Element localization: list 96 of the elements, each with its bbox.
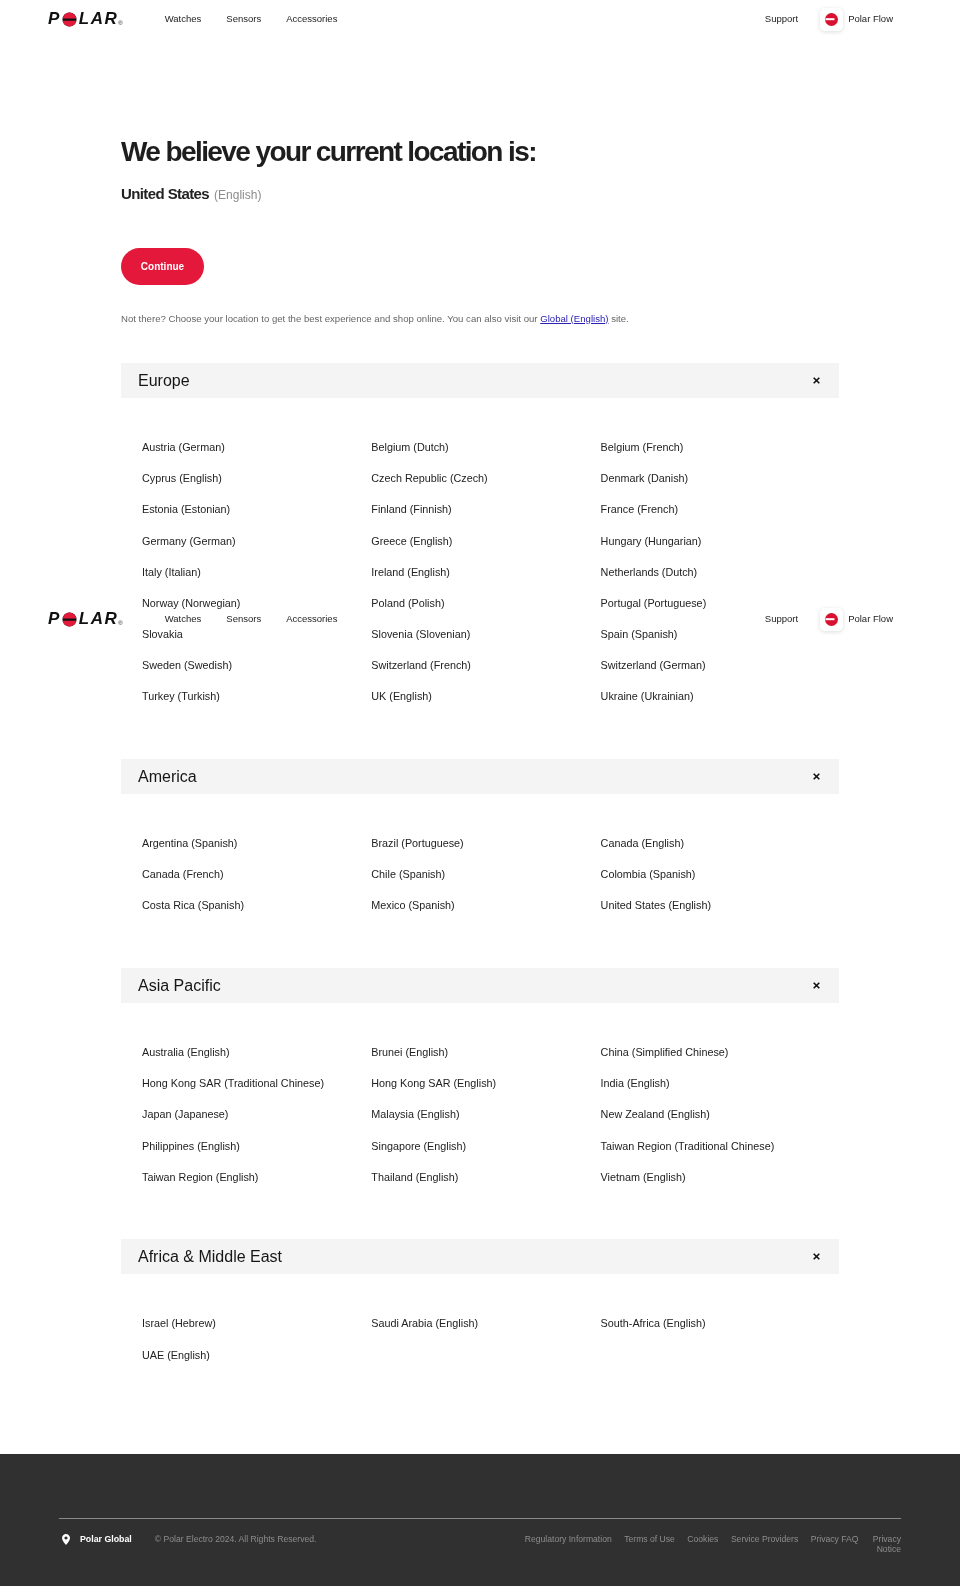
country-link[interactable]: Colombia (Spanish)	[600, 867, 696, 882]
country-link[interactable]: India (English)	[600, 1076, 670, 1091]
app-link[interactable]: Polar Flow	[820, 7, 893, 31]
country-link[interactable]: Portugal (Portuguese)	[600, 595, 707, 610]
country-link[interactable]: Belgium (French)	[600, 440, 684, 454]
nav-link[interactable]: Sensors	[226, 613, 262, 625]
country-link[interactable]: Slovenia (Slovenian)	[371, 627, 471, 642]
country-link[interactable]: Japan (Japanese)	[142, 1107, 229, 1122]
country-link[interactable]: Mexico (Spanish)	[371, 898, 455, 913]
country-link[interactable]: Argentina (Spanish)	[142, 836, 238, 851]
continue-button[interactable]: Continue	[121, 248, 204, 285]
country-link[interactable]: Hong Kong SAR (Traditional Chinese)	[142, 1076, 325, 1091]
nav-link[interactable]: Watches	[164, 613, 202, 625]
country-link[interactable]: Ireland (English)	[371, 564, 450, 579]
location-note: Not there? Choose your location to get the best experience and shop online. You can also visit our Global (English) site.	[121, 311, 630, 326]
country-link[interactable]: New Zealand (English)	[600, 1107, 710, 1122]
region-title: Asia Pacific	[138, 975, 221, 996]
country-link[interactable]: Switzerland (German)	[600, 658, 706, 673]
country-link[interactable]: Spain (Spanish)	[600, 627, 678, 642]
accordion-header[interactable]: America	[121, 759, 839, 795]
country-link[interactable]: Slovakia	[142, 627, 183, 642]
close-icon[interactable]	[813, 773, 820, 781]
close-icon[interactable]	[813, 982, 820, 990]
country-link[interactable]: Philippines (English)	[142, 1138, 240, 1153]
footer-link[interactable]: Terms of Use	[624, 1534, 675, 1545]
country-link[interactable]: Netherlands (Dutch)	[600, 564, 698, 579]
country-link[interactable]: France (French)	[600, 502, 678, 517]
country-link[interactable]: Saudi Arabia (English)	[371, 1316, 479, 1331]
country-link[interactable]: UAE (English)	[142, 1347, 210, 1362]
region-title: Europe	[138, 370, 190, 391]
country-link[interactable]: Cyprus (English)	[142, 471, 222, 486]
country-link[interactable]: South-Africa (English)	[600, 1316, 706, 1331]
country-link[interactable]: Norway (Norwegian)	[142, 595, 241, 610]
country-link[interactable]: Malaysia (English)	[371, 1107, 460, 1122]
footer-link[interactable]: Service Providers	[730, 1534, 799, 1545]
country-link[interactable]: Costa Rica (Spanish)	[142, 898, 244, 913]
country-link[interactable]: Belgium (Dutch)	[371, 440, 449, 454]
country-link[interactable]: Turkey (Turkish)	[142, 689, 220, 704]
region-title: Africa & Middle East	[138, 1246, 283, 1267]
locale-link[interactable]: Polar Global	[80, 1534, 132, 1546]
region-title: America	[138, 766, 197, 787]
accordion-header[interactable]: Europe	[121, 363, 839, 398]
nav-link[interactable]: Sensors	[226, 13, 262, 25]
accordion-header[interactable]: Asia Pacific	[121, 968, 839, 1004]
country-link[interactable]: Greece (English)	[371, 533, 453, 548]
country-link[interactable]: Israel (Hebrew)	[142, 1316, 216, 1331]
detected-country: United States	[121, 184, 210, 204]
country-link[interactable]: Singapore (English)	[371, 1138, 467, 1153]
footer-link[interactable]: Regulatory Information	[524, 1534, 612, 1545]
location-pin-icon	[62, 1534, 70, 1546]
country-link[interactable]: Chile (Spanish)	[371, 867, 446, 882]
country-link[interactable]: Vietnam (English)	[600, 1169, 686, 1184]
country-link[interactable]: Switzerland (French)	[371, 658, 471, 673]
country-link[interactable]: Sweden (Swedish)	[142, 658, 233, 673]
country-link[interactable]: Brazil (Portuguese)	[371, 836, 464, 851]
country-link[interactable]: Denmark (Danish)	[600, 471, 689, 486]
global-link[interactable]: Global (English)	[540, 312, 609, 324]
country-link[interactable]: Italy (Italian)	[142, 564, 201, 579]
country-link[interactable]: Ukraine (Ukrainian)	[600, 689, 694, 704]
close-icon[interactable]	[813, 377, 820, 384]
country-link[interactable]: Taiwan Region (Traditional Chinese)	[600, 1138, 775, 1153]
nav-link[interactable]: Accessories	[286, 613, 338, 625]
footer-link[interactable]: Privacy Notice	[871, 1534, 901, 1555]
country-link[interactable]: Austria (German)	[142, 440, 225, 454]
footer-link[interactable]: Cookies	[687, 1534, 719, 1545]
country-link[interactable]: Canada (French)	[142, 867, 224, 882]
country-link[interactable]: Estonia (Estonian)	[142, 502, 231, 517]
country-link[interactable]: Brunei (English)	[371, 1045, 449, 1059]
support-link[interactable]: Support	[764, 613, 799, 625]
country-link[interactable]: Czech Republic (Czech)	[371, 471, 488, 486]
nav-link[interactable]: Watches	[164, 13, 202, 25]
app-tile-icon	[820, 7, 844, 31]
footer-link[interactable]: Privacy FAQ	[810, 1534, 859, 1545]
copyright-text: © Polar Electro 2024. All Rights Reserved.	[154, 1534, 317, 1546]
accordion-header[interactable]: Africa & Middle East	[121, 1239, 839, 1275]
page-title: We believe your current location is:	[121, 135, 537, 169]
disc-icon	[61, 11, 77, 27]
country-link[interactable]: Thailand (English)	[371, 1169, 459, 1184]
country-link[interactable]: Germany (German)	[142, 533, 236, 548]
detected-language: (English)	[214, 187, 262, 203]
disc-icon	[61, 611, 77, 627]
app-tile-icon	[820, 607, 844, 631]
country-link[interactable]: Hong Kong SAR (English)	[371, 1076, 497, 1091]
country-link[interactable]: Taiwan Region (English)	[142, 1169, 259, 1184]
country-link[interactable]: Canada (English)	[600, 836, 685, 851]
country-link[interactable]: Poland (Polish)	[371, 595, 445, 610]
country-link[interactable]: UK (English)	[371, 689, 432, 704]
country-link[interactable]: Hungary (Hungarian)	[600, 533, 702, 548]
country-link[interactable]: Australia (English)	[142, 1045, 230, 1059]
nav-link[interactable]: Accessories	[286, 13, 338, 25]
country-link[interactable]: Finland (Finnish)	[371, 502, 452, 517]
close-icon[interactable]	[813, 1253, 820, 1261]
app-link[interactable]: Polar Flow	[820, 607, 893, 631]
support-link[interactable]: Support	[764, 13, 799, 25]
country-link[interactable]: China (Simplified Chinese)	[600, 1045, 729, 1059]
country-link[interactable]: United States (English)	[600, 898, 711, 913]
